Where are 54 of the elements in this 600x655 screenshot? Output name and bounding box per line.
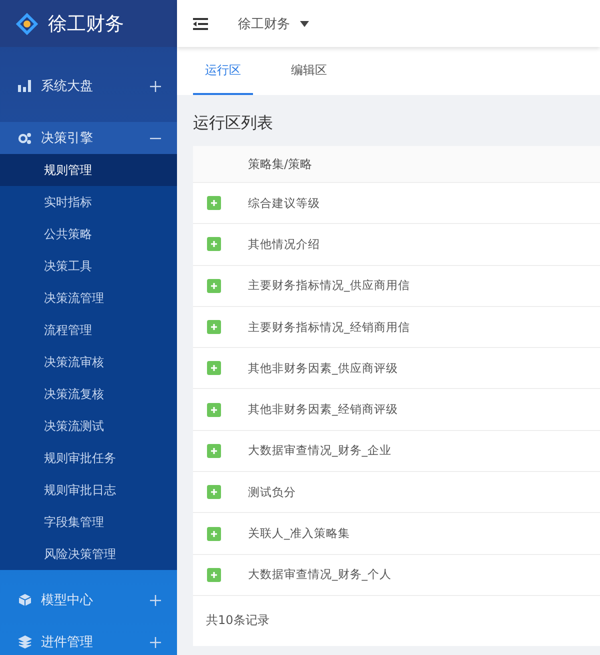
expand-icon[interactable]	[207, 485, 221, 500]
cube-icon	[18, 593, 32, 607]
sidebar-item[interactable]: 字段集管理	[0, 506, 177, 538]
sidebar-item[interactable]: 规则管理	[0, 154, 177, 186]
table-cell: 大数据审查情况_财务_企业	[248, 443, 392, 458]
table-cell: 其他情况介绍	[248, 236, 320, 252]
table-cell: 综合建议等级	[248, 196, 320, 211]
gears-icon	[18, 132, 32, 144]
expand-icon[interactable]	[207, 320, 221, 334]
expand-icon[interactable]	[207, 402, 221, 417]
table-cell: 主要财务指标情况_经销商用信	[248, 320, 410, 335]
sidebar-group[interactable]: 系统大盘	[0, 57, 177, 115]
sidebar-item[interactable]: 流程管理	[0, 314, 177, 346]
expand-icon[interactable]	[207, 196, 221, 210]
logo-icon	[16, 12, 38, 34]
caret-icon	[300, 20, 309, 26]
sidebar-item[interactable]: 决策流测试	[0, 410, 177, 442]
menu-collapse-icon[interactable]	[193, 18, 208, 30]
org-selector[interactable]: 徐工财务	[238, 14, 309, 32]
brand-name: 徐工财务	[48, 12, 124, 36]
table-cell: 其他非财务因素_经销商评级	[248, 402, 398, 418]
expand-icon[interactable]	[207, 278, 221, 293]
sidebar-item[interactable]: 决策流管理	[0, 282, 177, 314]
bar-chart-icon	[18, 80, 32, 92]
sidebar-item[interactable]: 实时指标	[0, 186, 177, 218]
sidebar-item[interactable]: 决策流审核	[0, 346, 177, 378]
expand-icon[interactable]	[207, 444, 221, 458]
table-cell: 关联人_准入策略集	[248, 526, 350, 542]
tab[interactable]: 运行区	[193, 47, 253, 95]
expand-icon[interactable]	[207, 361, 221, 376]
plus-icon	[150, 80, 161, 92]
table-cell: 测试负分	[248, 484, 296, 500]
sidebar-item[interactable]: 规则审批日志	[0, 474, 177, 506]
layers-icon	[18, 635, 32, 649]
plus-icon	[150, 594, 161, 606]
expand-icon[interactable]	[207, 568, 221, 582]
tab[interactable]: 编辑区	[279, 47, 339, 95]
table-cell: 其他非财务因素_供应商评级	[248, 360, 398, 376]
expand-icon[interactable]	[207, 526, 221, 541]
sidebar-item[interactable]: 决策工具	[0, 250, 177, 282]
sidebar-group[interactable]: 模型中心	[0, 570, 177, 630]
sidebar-item[interactable]: 决策流复核	[0, 378, 177, 410]
table-cell: 大数据审查情况_财务_个人	[248, 567, 392, 582]
sidebar-group[interactable]: 进件管理	[0, 630, 177, 654]
column-header: 策略集/策略	[248, 156, 312, 172]
sidebar-group[interactable]: 决策引擎	[0, 122, 177, 154]
record-count: 共10条记录	[206, 612, 270, 630]
expand-icon[interactable]	[207, 237, 221, 252]
table-cell: 主要财务指标情况_供应商用信	[248, 278, 410, 294]
plus-icon	[150, 636, 161, 648]
panel-title: 运行区列表	[193, 113, 274, 134]
sidebar-item[interactable]: 规则审批任务	[0, 442, 177, 474]
sidebar-item[interactable]: 风险决策管理	[0, 538, 177, 570]
sidebar-item[interactable]: 公共策略	[0, 218, 177, 250]
